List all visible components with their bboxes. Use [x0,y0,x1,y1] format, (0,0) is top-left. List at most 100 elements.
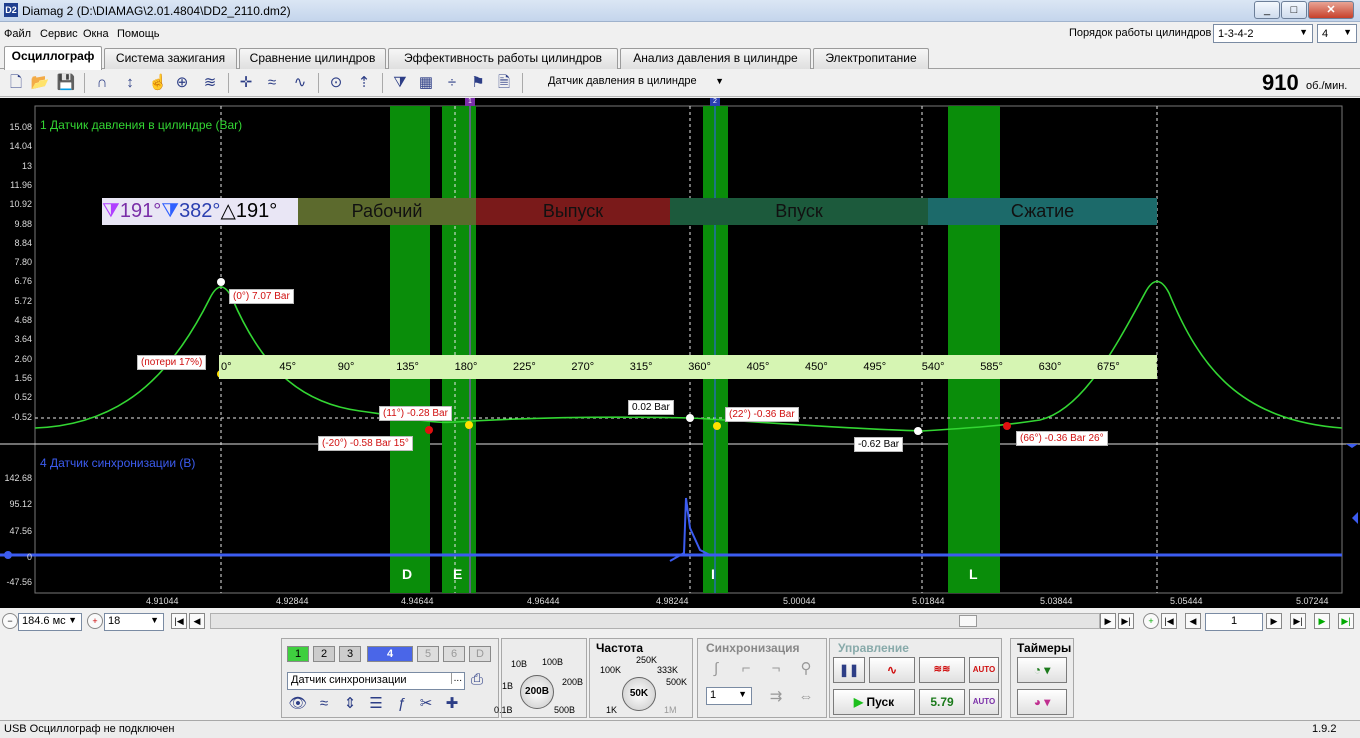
cursor-1-handle[interactable]: 1 [465,98,475,106]
step-down-icon[interactable]: ¬ [766,659,786,679]
menu-file[interactable]: Файл [4,28,31,40]
horizontal-scrollbar[interactable] [210,613,1100,629]
wave-loop-icon[interactable]: ∿ [290,73,310,93]
sine-wave-button[interactable]: ∿ [869,657,915,683]
menu-service[interactable]: Сервис [40,28,78,40]
voltage-dial[interactable]: 200В [520,675,554,709]
rewind-icon[interactable]: |◀ [1161,613,1177,629]
auto-scale-icon[interactable]: ⊙ [326,73,346,93]
menu-help[interactable]: Помощь [117,28,160,40]
start-button[interactable]: ▶ Пуск [833,689,915,715]
source-select[interactable]: Датчик синхронизации... [287,672,465,690]
eye-icon[interactable]: 👁 [288,694,308,714]
channel-1-button[interactable]: 1 [287,646,309,662]
fast-forward-icon[interactable]: ▶| [1290,613,1306,629]
time-scale-select[interactable]: 184.6 мс ▼ [18,613,82,631]
zone-l-label: L [969,566,978,582]
play-end-icon[interactable]: ▶| [1338,613,1354,629]
volt-mark-01: 0.1В [494,705,513,715]
close-button[interactable]: ✕ [1308,1,1354,19]
back-icon[interactable]: ◀ [1185,613,1201,629]
degree-tick: 0° [221,361,232,373]
version-text: 1.9.2 [1312,723,1337,735]
next-icon[interactable]: ▶ [1100,613,1116,629]
loop-icon[interactable]: ∩ [92,73,112,93]
tab-pressure-analysis[interactable]: Анализ давления в цилиндре [620,48,811,69]
channel-2-button[interactable]: 2 [313,646,335,662]
tab-cylinder-compare[interactable]: Сравнение цилиндров [239,48,386,69]
sync-arrows-icon[interactable]: ⇔ [796,687,816,707]
flag-icon[interactable]: ⚑ [468,73,488,93]
channel-4-button[interactable]: 4 [367,646,413,662]
first-page-icon[interactable]: |◀ [171,613,187,629]
timer-2-button[interactable]: ◕ ▾ [1017,689,1067,715]
x-tick: 5.07244 [1296,596,1329,606]
channel-d-button[interactable]: D [469,646,491,662]
forward-icon[interactable]: ▶ [1266,613,1282,629]
oscilloscope-plot[interactable]: 1 2 15.08 14.04 13 11.96 10.92 9.88 8.84 7.80 6.… [0,98,1360,608]
lines-icon[interactable]: ☰ [366,694,386,714]
function-icon[interactable]: ƒ [392,694,412,714]
zoom-out-icon[interactable]: − [2,613,18,629]
new-file-icon[interactable]: 🗋 [6,73,26,93]
source-browse-button[interactable]: ... [450,673,462,684]
pause-button[interactable]: ❚❚ [833,657,865,683]
split-icon[interactable]: ÷ [442,73,462,93]
prev-page-icon[interactable]: ◀ [189,613,205,629]
auto-timer-button[interactable]: AUTO [969,657,999,683]
document-icon[interactable]: 🗎 [494,73,514,93]
timer-1-button[interactable]: ◔ ▾ [1017,657,1067,683]
page-number[interactable]: 1 [1205,613,1263,631]
stack-icon[interactable]: ≋ [200,73,220,93]
sync-magnet-icon[interactable]: ⚲ [796,659,816,679]
sync-channel-select[interactable]: 1 ▼ [706,687,752,705]
volt-mark-100: 100В [542,657,564,667]
scale-select[interactable]: 18 ▼ [104,613,164,631]
zoom-in-icon[interactable]: + [87,613,103,629]
filter-icon[interactable]: ⧩ [390,73,410,93]
step-up-icon[interactable]: ⌐ [736,659,756,679]
title-bar: D2 Diamag 2 (D:\DIAMAG\2.01.4804\DD2_211… [0,0,1360,22]
cylinder-order-select[interactable]: 1-3-4-2 ▼ [1213,24,1313,43]
noise-wave-button[interactable]: ≋≋ [919,657,965,683]
waves-icon[interactable]: ≈ [262,73,282,93]
last-icon[interactable]: ▶| [1118,613,1134,629]
crosshair-icon[interactable]: ✛ [236,73,256,93]
add-icon[interactable]: + [1143,613,1159,629]
scroll-thumb[interactable] [959,615,977,627]
grid-icon[interactable]: ▦ [416,73,436,93]
chevron-down-icon: ▼ [68,615,77,625]
tab-ignition[interactable]: Система зажигания [104,48,237,69]
delta-angle: 191° [235,200,278,222]
menu-windows[interactable]: Окна [83,28,109,40]
tab-oscilloscope[interactable]: Осциллограф [4,46,102,70]
channel-5-button[interactable]: 5 [417,646,439,662]
cylinder-count-select[interactable]: 4 ▼ [1317,24,1357,43]
hand-pan-icon[interactable]: ☝ [148,73,168,93]
scale-vertical-icon[interactable]: ↕ [120,73,140,93]
sensor-select[interactable]: Датчик давления в цилиндре ▼ [548,75,728,93]
play-icon[interactable]: ▶ [1314,613,1330,629]
wave-filter-icon[interactable]: ≈ [314,694,334,714]
play-icon: ▶ [853,695,864,709]
frequency-dial[interactable]: 50K [622,677,656,711]
zoom-icon[interactable]: ⊕ [172,73,192,93]
tab-cylinder-efficiency[interactable]: Эффективность работы цилиндров [388,48,618,69]
rising-edge-icon[interactable]: ∫ [706,659,726,679]
open-folder-icon[interactable]: 📂 [30,73,50,93]
invert-icon[interactable]: ⇕ [340,694,360,714]
maximize-button[interactable]: □ [1281,1,1307,19]
zero-adjust-icon[interactable]: ⇡ [354,73,374,93]
channel-6-button[interactable]: 6 [443,646,465,662]
tools-icon[interactable]: ✂ [416,694,436,714]
settings-grid-icon[interactable]: ✚ [442,694,462,714]
save-icon[interactable]: 💾 [56,73,76,93]
channel-3-button[interactable]: 3 [339,646,361,662]
tab-power[interactable]: Электропитание [813,48,929,69]
minimize-button[interactable]: _ [1254,1,1280,19]
auto-sync-button[interactable]: AUTO [969,689,999,715]
probe-icon[interactable]: ⎙ [467,670,487,690]
rpm-value: 910 [1262,70,1299,95]
cursor-2-handle[interactable]: 2 [710,98,720,106]
sync-level-icon[interactable]: ⇉ [766,687,786,707]
